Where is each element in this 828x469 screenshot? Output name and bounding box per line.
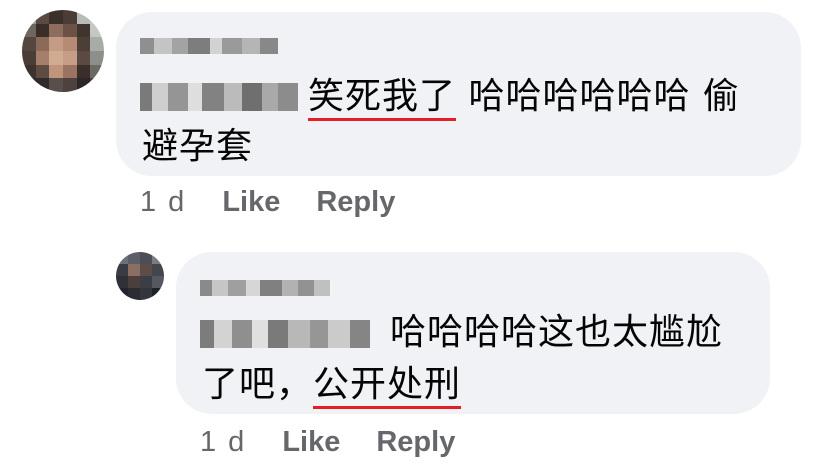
reply-actions: 1 d Like Reply [200, 426, 455, 459]
comment-text: 笑死我了 哈哈哈哈哈哈 偷 [308, 68, 740, 126]
highlighted-phrase: 笑死我了 [308, 76, 457, 121]
comment-text-line2: 避孕套 [142, 126, 254, 167]
reply-bubble: 哈哈哈哈这也太尴尬 了吧，公开处刑 [176, 252, 770, 414]
comment-actions: 1 d Like Reply [140, 186, 395, 219]
author-name-redacted[interactable] [200, 280, 330, 296]
comment-text-rest: 哈哈哈哈哈哈 偷 [456, 76, 740, 117]
avatar[interactable] [116, 252, 164, 300]
like-button[interactable]: Like [282, 426, 340, 459]
mention-redacted[interactable] [200, 320, 370, 348]
reply-text-line2: 了吧，公开处刑 [202, 356, 462, 414]
avatar[interactable] [22, 10, 104, 92]
timestamp[interactable]: 1 d [200, 426, 246, 459]
like-button[interactable]: Like [222, 186, 280, 219]
comment-bubble: 笑死我了 哈哈哈哈哈哈 偷 避孕套 [116, 12, 801, 176]
reply-text: 哈哈哈哈这也太尴尬 [390, 312, 724, 353]
author-name-redacted[interactable] [140, 38, 278, 54]
mention-redacted[interactable] [140, 83, 298, 111]
highlighted-phrase: 公开处刑 [313, 364, 462, 409]
reply-text-prefix: 了吧， [202, 364, 314, 405]
timestamp[interactable]: 1 d [140, 186, 186, 219]
reply-button[interactable]: Reply [316, 186, 395, 219]
reply-button[interactable]: Reply [376, 426, 455, 459]
